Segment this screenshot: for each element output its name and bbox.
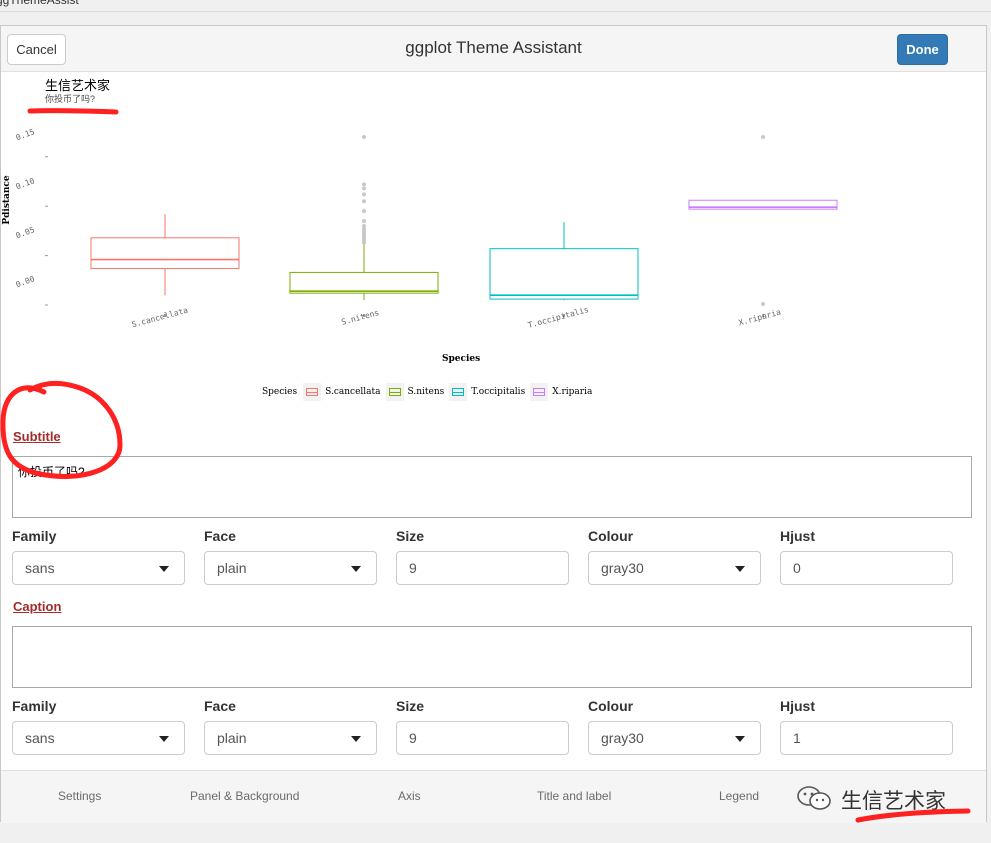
legend-key [449, 383, 468, 401]
box-body [90, 237, 240, 269]
done-button[interactable]: Done [897, 34, 948, 65]
caret-down-icon [351, 736, 361, 742]
tab-panel-background[interactable]: Panel & Background [190, 789, 299, 803]
window-titlebar: ggThemeAssist [0, 0, 991, 12]
select-value: sans [25, 730, 55, 746]
tab-settings[interactable]: Settings [58, 789, 101, 803]
family-label: Family [12, 528, 57, 544]
legend-item: S.cancellata [303, 383, 381, 401]
theme-assistant-dialog: Cancel ggplot Theme Assistant Done 生信艺术家… [0, 25, 987, 823]
box-outlier [362, 192, 366, 197]
hjust-label: Hjust [780, 528, 815, 544]
caption-family-select[interactable]: sans [12, 721, 185, 755]
caption-colour-select[interactable]: gray30 [588, 721, 761, 755]
box-body [289, 271, 439, 294]
caption-size-input[interactable]: 9 [396, 721, 569, 755]
wechat-icon [797, 786, 831, 810]
subtitle-section-label: Subtitle [13, 429, 61, 444]
colour-label: Colour [588, 528, 634, 544]
subtitle-textarea[interactable]: 你投币了吗? [12, 456, 972, 518]
plot-preview: 生信艺术家 你投币了吗? 0.15 0.10 0.05 0.00 S.cance… [1, 73, 986, 401]
dialog-content: 生信艺术家 你投币了吗? 0.15 0.10 0.05 0.00 S.cance… [1, 73, 986, 770]
legend-label: X.riparia [552, 387, 593, 397]
colour-label: Colour [588, 698, 634, 714]
size-label: Size [396, 528, 425, 544]
subtitle-family-select[interactable]: sans [12, 551, 185, 585]
plot-subtitle: 你投币了吗? [45, 94, 96, 104]
select-value: sans [25, 560, 55, 576]
box-body [489, 248, 639, 300]
legend-key [385, 383, 404, 401]
tab-axis[interactable]: Axis [398, 789, 421, 803]
box-outlier [362, 199, 366, 204]
subtitle-size-input[interactable]: 9 [396, 551, 569, 585]
tab-title-and-label[interactable]: Title and label [537, 789, 611, 803]
legend-label: T.occipitalis [471, 387, 526, 397]
caret-down-icon [735, 736, 745, 742]
subtitle-face-select[interactable]: plain [204, 551, 377, 585]
legend-label: S.cancellata [325, 387, 381, 397]
legend-key [303, 383, 322, 401]
box-outlier [761, 302, 765, 307]
box-outlier [362, 182, 366, 187]
box-outlier [362, 186, 366, 191]
boxplot-svg [45, 134, 838, 317]
plot-legend: Species S.cancellata S.nitens T.occipita… [262, 383, 597, 401]
subtitle-hjust-input[interactable]: 0 [780, 551, 953, 585]
watermark-text: 生信艺术家 [841, 790, 946, 813]
hjust-label: Hjust [780, 698, 815, 714]
caret-down-icon [159, 736, 169, 742]
caption-face-select[interactable]: plain [204, 721, 377, 755]
legend-item: X.riparia [530, 383, 592, 401]
caret-down-icon [351, 566, 361, 572]
box-outlier [362, 209, 366, 214]
legend-key [530, 383, 549, 401]
tab-legend[interactable]: Legend [719, 789, 759, 803]
caret-down-icon [159, 566, 169, 572]
x-axis-title: Species [442, 354, 481, 364]
legend-title: Species [262, 387, 298, 397]
select-value: plain [217, 730, 247, 746]
box-outlier [362, 134, 366, 139]
caption-section-label: Caption [13, 599, 62, 614]
legend-label: S.nitens [407, 387, 445, 397]
select-value: gray30 [601, 560, 644, 576]
tab-bar: Settings Panel & Background Axis Title a… [1, 770, 986, 823]
legend-item: S.nitens [385, 383, 445, 401]
box-outlier [362, 223, 366, 228]
face-label: Face [204, 698, 236, 714]
window-title: ggThemeAssist [0, 0, 79, 7]
size-label: Size [396, 698, 425, 714]
legend-item: T.occipitalis [449, 383, 525, 401]
subtitle-colour-select[interactable]: gray30 [588, 551, 761, 585]
caption-textarea[interactable] [12, 626, 972, 688]
box-outlier [362, 219, 366, 224]
select-value: gray30 [601, 730, 644, 746]
family-label: Family [12, 698, 57, 714]
caret-down-icon [735, 566, 745, 572]
caption-hjust-input[interactable]: 1 [780, 721, 953, 755]
box-outlier [761, 134, 765, 139]
dialog-title: ggplot Theme Assistant [405, 38, 582, 57]
dialog-header: Cancel ggplot Theme Assistant Done [1, 26, 986, 72]
face-label: Face [204, 528, 236, 544]
select-value: plain [217, 560, 247, 576]
y-axis-title: Pdistance [2, 175, 12, 225]
